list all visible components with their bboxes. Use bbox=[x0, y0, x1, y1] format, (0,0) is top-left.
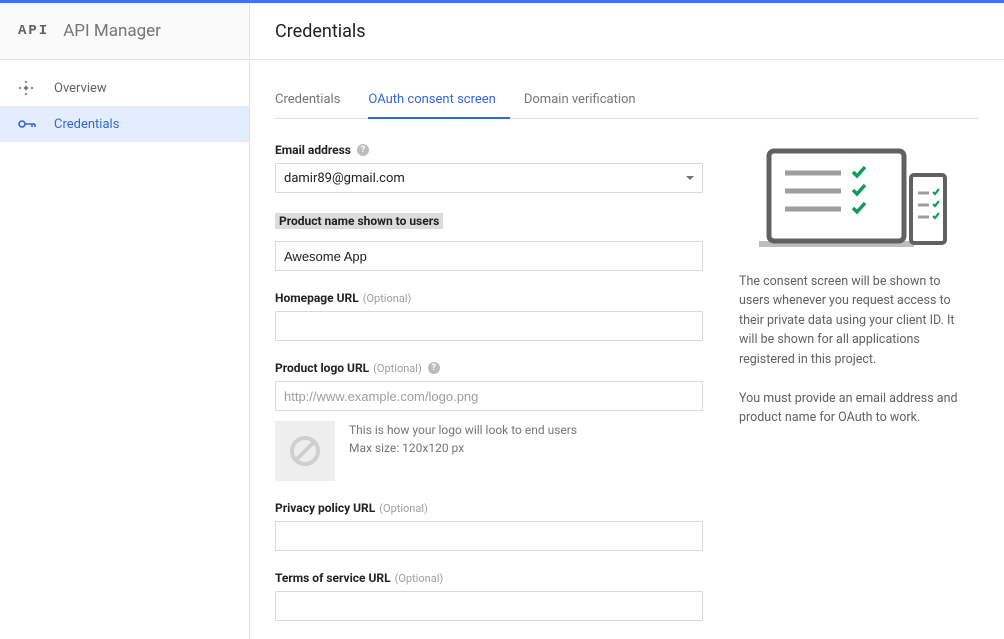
email-label: Email address bbox=[275, 143, 351, 157]
optional-text: (Optional) bbox=[395, 572, 444, 585]
field-product-name: Product name shown to users bbox=[275, 213, 703, 271]
homepage-label: Homepage URL bbox=[275, 291, 359, 305]
aside-paragraph-1: The consent screen will be shown to user… bbox=[739, 272, 959, 369]
logo-hint-line2: Max size: 120x120 px bbox=[349, 439, 577, 457]
chevron-down-icon bbox=[686, 176, 694, 180]
tab-oauth-consent[interactable]: OAuth consent screen bbox=[368, 82, 509, 119]
app-shell: API API Manager Overview Credentials Cre… bbox=[0, 3, 1004, 639]
optional-text: (Optional) bbox=[363, 292, 412, 305]
logo-label: Product logo URL bbox=[275, 361, 369, 375]
logo-url-input[interactable] bbox=[275, 381, 703, 411]
aside-paragraph-2: You must provide an email address and pr… bbox=[739, 389, 959, 428]
no-logo-icon bbox=[288, 434, 322, 468]
page-title: Credentials bbox=[275, 21, 366, 42]
logo-hint-line1: This is how your logo will look to end u… bbox=[349, 421, 577, 439]
sidebar: API API Manager Overview Credentials bbox=[0, 3, 250, 639]
sidebar-item-credentials[interactable]: Credentials bbox=[0, 106, 249, 142]
field-privacy: Privacy policy URL (Optional) bbox=[275, 501, 703, 551]
aside-column: The consent screen will be shown to user… bbox=[739, 143, 959, 639]
help-icon[interactable]: ? bbox=[357, 144, 369, 156]
brand-logo: API bbox=[18, 23, 49, 39]
brand-bar: API API Manager bbox=[0, 3, 249, 60]
main-panel: Credentials Credentials OAuth consent sc… bbox=[250, 3, 1004, 639]
product-name-label: Product name shown to users bbox=[275, 213, 443, 229]
field-email: Email address ? damir89@gmail.com bbox=[275, 143, 703, 193]
homepage-label-row: Homepage URL (Optional) bbox=[275, 291, 703, 305]
logo-preview-row: This is how your logo will look to end u… bbox=[275, 421, 703, 481]
tab-bar: Credentials OAuth consent screen Domain … bbox=[275, 82, 979, 119]
sidebar-nav: Overview Credentials bbox=[0, 60, 249, 142]
optional-text: (Optional) bbox=[373, 362, 422, 375]
tos-url-input[interactable] bbox=[275, 591, 703, 621]
sidebar-item-overview[interactable]: Overview bbox=[0, 70, 249, 106]
optional-text: (Optional) bbox=[379, 502, 428, 515]
sidebar-item-label: Credentials bbox=[54, 117, 119, 132]
tos-label-row: Terms of service URL (Optional) bbox=[275, 571, 703, 585]
email-value: damir89@gmail.com bbox=[284, 171, 405, 186]
privacy-label: Privacy policy URL bbox=[275, 501, 375, 515]
help-icon[interactable]: ? bbox=[428, 362, 440, 374]
email-select[interactable]: damir89@gmail.com bbox=[275, 163, 703, 193]
logo-hint: This is how your logo will look to end u… bbox=[349, 421, 577, 481]
body-columns: Email address ? damir89@gmail.com Produc… bbox=[275, 143, 979, 639]
brand-title: API Manager bbox=[63, 21, 161, 41]
field-logo: Product logo URL (Optional) ? bbox=[275, 361, 703, 481]
tab-domain-verification[interactable]: Domain verification bbox=[524, 82, 650, 119]
field-tos: Terms of service URL (Optional) bbox=[275, 571, 703, 621]
form-column: Email address ? damir89@gmail.com Produc… bbox=[275, 143, 703, 639]
privacy-url-input[interactable] bbox=[275, 521, 703, 551]
page-header: Credentials bbox=[250, 3, 1004, 60]
product-name-input[interactable] bbox=[275, 241, 703, 271]
tos-label: Terms of service URL bbox=[275, 571, 391, 585]
field-homepage: Homepage URL (Optional) bbox=[275, 291, 703, 341]
key-icon bbox=[18, 119, 40, 129]
consent-illustration bbox=[739, 143, 959, 248]
logo-placeholder-box bbox=[275, 421, 335, 481]
email-label-row: Email address ? bbox=[275, 143, 703, 157]
logo-label-row: Product logo URL (Optional) ? bbox=[275, 361, 703, 375]
content-area: Credentials OAuth consent screen Domain … bbox=[250, 60, 1004, 639]
privacy-label-row: Privacy policy URL (Optional) bbox=[275, 501, 703, 515]
homepage-input[interactable] bbox=[275, 311, 703, 341]
tab-credentials[interactable]: Credentials bbox=[275, 82, 354, 119]
sidebar-item-label: Overview bbox=[54, 81, 107, 96]
overview-icon bbox=[18, 80, 40, 96]
